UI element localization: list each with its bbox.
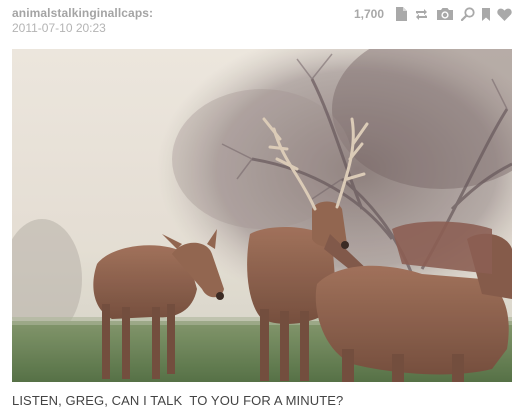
post-caption: LISTEN, GREG, CAN I TALK TO YOU FOR A MI…: [12, 393, 344, 408]
deer-herd-photo: [12, 49, 512, 382]
post-toolbar: 1,700: [354, 6, 512, 22]
post-header: animalstalkinginallcaps: 2011-07-10 20:2…: [12, 6, 512, 40]
heart-icon[interactable]: [497, 6, 512, 22]
notes-count[interactable]: 1,700: [354, 7, 384, 21]
document-icon[interactable]: [396, 6, 407, 22]
reblog-icon[interactable]: [414, 6, 429, 22]
post-photo[interactable]: [12, 49, 512, 382]
camera-icon[interactable]: [436, 6, 454, 22]
post-author[interactable]: animalstalkinginallcaps:: [12, 6, 153, 20]
bookmark-icon[interactable]: [482, 6, 490, 22]
post-timestamp[interactable]: 2011-07-10 20:23: [12, 21, 106, 35]
search-icon[interactable]: [461, 6, 475, 22]
